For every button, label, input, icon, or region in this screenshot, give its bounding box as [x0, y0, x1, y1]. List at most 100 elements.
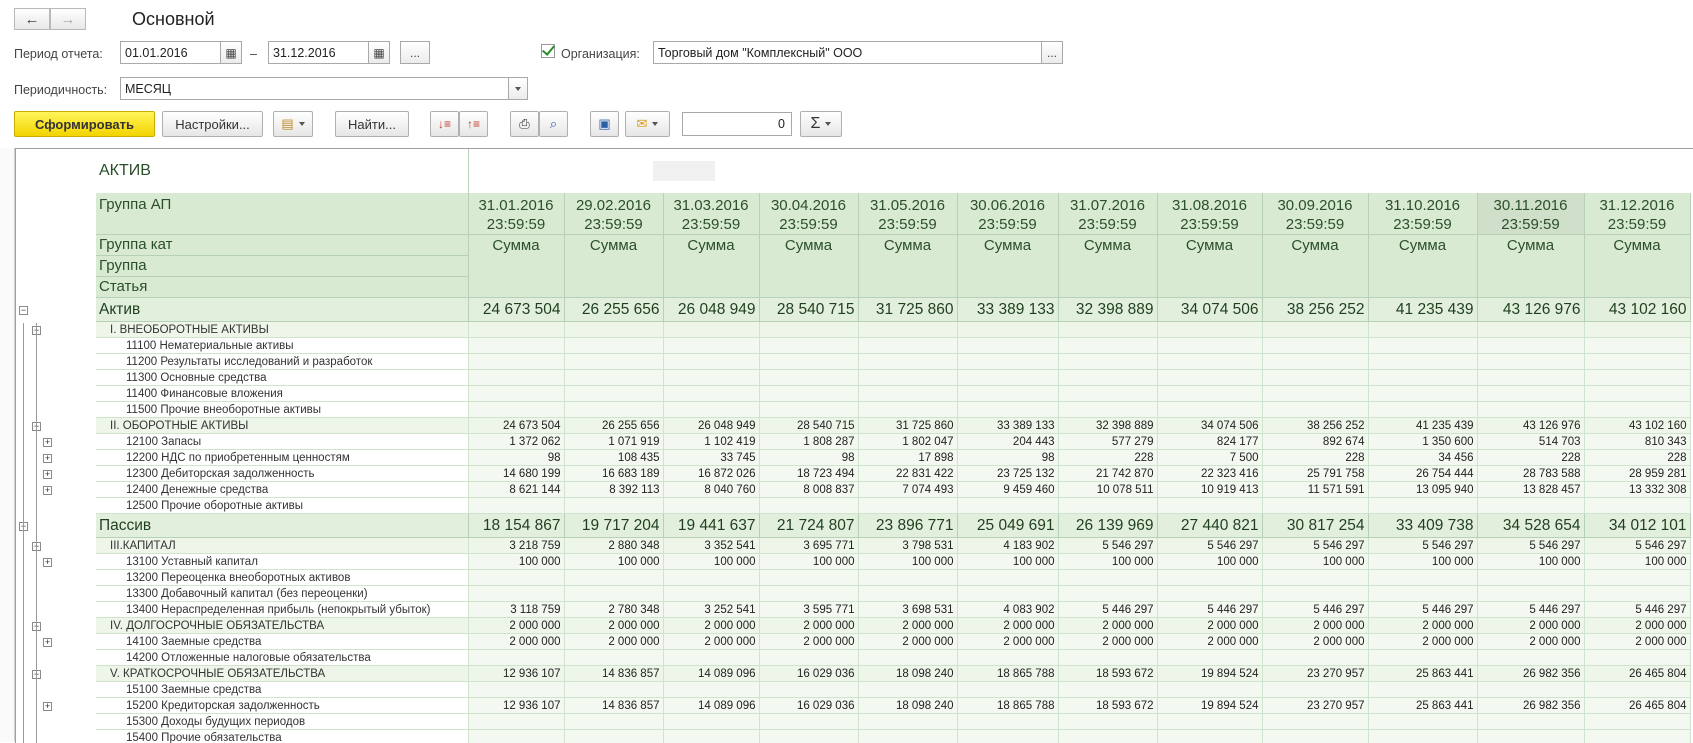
column-time: 23:59:59	[472, 215, 561, 234]
value-cell: 8 392 113	[564, 482, 663, 498]
table-row[interactable]: 13300 Добавочный капитал (без переоценки…	[96, 586, 1690, 602]
expand-row-button[interactable]: +	[43, 438, 52, 447]
value-cell	[1368, 586, 1477, 602]
section-row[interactable]: III.КАПИТАЛ3 218 7592 880 3483 352 5413 …	[96, 538, 1690, 554]
organization-checkbox[interactable]	[541, 44, 555, 58]
value-cell	[759, 498, 858, 514]
value-cell: 100 000	[1584, 554, 1690, 570]
value-cell: 2 780 348	[564, 602, 663, 618]
variants-button[interactable]: ▤	[273, 111, 313, 137]
periodicity-dropdown-button[interactable]	[508, 77, 528, 100]
arrow-right-icon: →	[61, 11, 76, 28]
period-select-button[interactable]: ...	[400, 41, 430, 64]
section-row[interactable]: I. ВНЕОБОРОТНЫЕ АКТИВЫ	[96, 322, 1690, 338]
group-row[interactable]: Актив24 673 50426 255 65626 048 94928 54…	[96, 298, 1690, 322]
value-cell: 1 350 600	[1368, 434, 1477, 450]
value-cell	[957, 338, 1058, 354]
calendar-to-button[interactable]: ▦	[368, 41, 390, 64]
value-cell	[759, 354, 858, 370]
row-label: 11200 Результаты исследований и разработ…	[96, 354, 468, 370]
table-row[interactable]: 15200 Кредиторская задолженность12 936 1…	[96, 698, 1690, 714]
report-area[interactable]: −−−++++−−+−+−+ АКТИВГруппа АП31.01.20162…	[15, 148, 1693, 743]
table-row[interactable]: 13400 Нераспределенная прибыль (непокрыт…	[96, 602, 1690, 618]
expand-row-button[interactable]: +	[43, 454, 52, 463]
expand-row-button[interactable]: +	[43, 558, 52, 567]
date-column-header: 31.03.201623:59:59	[663, 193, 759, 235]
table-row[interactable]: 12400 Денежные средства8 621 1448 392 11…	[96, 482, 1690, 498]
row-label: 15200 Кредиторская задолженность	[96, 698, 468, 714]
expand-row-button[interactable]: +	[43, 486, 52, 495]
value-cell	[1157, 338, 1262, 354]
sum-counter-field[interactable]: 0	[682, 112, 792, 136]
row-label: 12300 Дебиторская задолженность	[96, 466, 468, 482]
table-row[interactable]: 13200 Переоценка внеоборотных активов	[96, 570, 1690, 586]
expand-row-button[interactable]: +	[43, 470, 52, 479]
table-row[interactable]: 12500 Прочие оборотные активы	[96, 498, 1690, 514]
organization-select-button[interactable]: ...	[1041, 41, 1063, 64]
value-cell: 3 218 759	[468, 538, 564, 554]
table-row[interactable]: 15400 Прочие обязательства	[96, 730, 1690, 743]
table-row[interactable]: 12100 Запасы1 372 0621 071 9191 102 4191…	[96, 434, 1690, 450]
column-time: 23:59:59	[961, 215, 1055, 234]
table-row[interactable]: 11500 Прочие внеоборотные активы	[96, 402, 1690, 418]
value-cell: 3 698 531	[858, 602, 957, 618]
value-cell: 14 836 857	[564, 698, 663, 714]
save-button[interactable]: ▣	[590, 111, 619, 137]
forward-button[interactable]: →	[50, 8, 86, 30]
table-row[interactable]: 11100 Нематериальные активы	[96, 338, 1690, 354]
expand-row-button[interactable]: +	[43, 638, 52, 647]
sort-desc-button[interactable]: ↑≡	[459, 111, 488, 137]
table-row[interactable]: 14200 Отложенные налоговые обязательства	[96, 650, 1690, 666]
value-cell	[1584, 682, 1690, 698]
table-row[interactable]: 15300 Доходы будущих периодов	[96, 714, 1690, 730]
send-email-button[interactable]: ✉	[625, 111, 670, 137]
value-cell: 2 880 348	[564, 538, 663, 554]
value-cell	[564, 370, 663, 386]
sum-mode-button[interactable]: Σ	[800, 111, 842, 137]
value-cell	[663, 650, 759, 666]
value-cell	[564, 586, 663, 602]
table-row[interactable]: 14100 Заемные средства2 000 0002 000 000…	[96, 634, 1690, 650]
table-row[interactable]: 11300 Основные средства	[96, 370, 1690, 386]
back-button[interactable]: ←	[14, 8, 50, 30]
value-cell: 5 446 297	[1262, 602, 1368, 618]
value-cell: 26 139 969	[1058, 514, 1157, 538]
table-row[interactable]: 15100 Заемные средства	[96, 682, 1690, 698]
organization-input[interactable]: Торговый дом "Комплексный" ООО	[653, 41, 1042, 64]
table-row[interactable]: 11200 Результаты исследований и разработ…	[96, 354, 1690, 370]
print-button[interactable]: ⎙	[510, 111, 539, 137]
collapse-group-button[interactable]: −	[19, 306, 28, 315]
settings-button[interactable]: Настройки...	[162, 111, 263, 137]
section-row[interactable]: V. КРАТКОСРОЧНЫЕ ОБЯЗАТЕЛЬСТВА12 936 107…	[96, 666, 1690, 682]
expand-row-button[interactable]: +	[43, 702, 52, 711]
group-row[interactable]: Пассив18 154 86719 717 20419 441 63721 7…	[96, 514, 1690, 538]
table-row[interactable]: 13100 Уставный капитал100 000100 000100 …	[96, 554, 1690, 570]
table-row[interactable]: 12300 Дебиторская задолженность14 680 19…	[96, 466, 1690, 482]
value-cell	[1368, 498, 1477, 514]
find-button[interactable]: Найти...	[335, 111, 409, 137]
calendar-from-button[interactable]: ▦	[220, 41, 242, 64]
value-cell	[564, 730, 663, 743]
value-cell	[1584, 714, 1690, 730]
value-cell: 11 571 591	[1262, 482, 1368, 498]
preview-button[interactable]: ⌕	[539, 111, 568, 137]
value-cell: 43 126 976	[1477, 298, 1584, 322]
table-row[interactable]: 11400 Финансовые вложения	[96, 386, 1690, 402]
value-cell: 1 071 919	[564, 434, 663, 450]
value-cell: 5 446 297	[1368, 602, 1477, 618]
date-column-header: 31.01.201623:59:59	[468, 193, 564, 235]
column-time: 23:59:59	[763, 215, 855, 234]
period-label: Период отчета:	[14, 47, 103, 61]
value-cell: 100 000	[858, 554, 957, 570]
section-row[interactable]: II. ОБОРОТНЫЕ АКТИВЫ24 673 50426 255 656…	[96, 418, 1690, 434]
section-row[interactable]: IV. ДОЛГОСРОЧНЫЕ ОБЯЗАТЕЛЬСТВА2 000 0002…	[96, 618, 1690, 634]
periodicity-select[interactable]: МЕСЯЦ	[120, 77, 510, 100]
generate-button[interactable]: Сформировать	[14, 111, 155, 137]
value-cell	[957, 370, 1058, 386]
sort-asc-button[interactable]: ↓≡	[430, 111, 459, 137]
value-cell: 100 000	[1368, 554, 1477, 570]
value-cell	[1058, 338, 1157, 354]
table-row[interactable]: 12200 НДС по приобретенным ценностям9810…	[96, 450, 1690, 466]
value-cell	[858, 370, 957, 386]
value-cell: 1 808 287	[759, 434, 858, 450]
